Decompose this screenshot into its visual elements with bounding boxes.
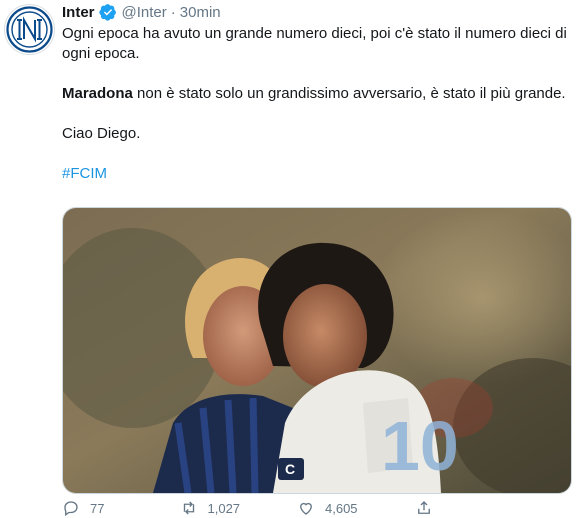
svg-text:C: C xyxy=(285,461,295,477)
tweet-header: Inter @Inter · 30min xyxy=(62,2,221,22)
reply-button[interactable]: 77 xyxy=(62,498,180,518)
author-name[interactable]: Inter xyxy=(62,4,95,21)
heart-icon xyxy=(300,502,312,515)
author-handle[interactable]: @Inter xyxy=(122,4,167,21)
share-button[interactable] xyxy=(415,498,533,518)
verified-badge-icon xyxy=(98,3,117,21)
retweet-icon xyxy=(183,501,194,515)
hashtag-link[interactable]: #FCIM xyxy=(62,164,572,184)
tweet-text: Ogni epoca ha avuto un grande numero die… xyxy=(62,24,572,204)
svg-text:10: 10 xyxy=(381,407,459,485)
retweet-button[interactable]: 1,027 xyxy=(180,498,298,518)
tweet-line-2-rest: non è stato solo un grandissimo avversar… xyxy=(132,85,566,102)
inter-logo-icon xyxy=(6,6,53,53)
reply-icon xyxy=(64,501,78,517)
reply-count: 77 xyxy=(90,500,105,516)
tweet-line-3: Ciao Diego. xyxy=(62,125,141,142)
tweet-line-2: Maradona non è stato solo un grandissimo… xyxy=(62,84,572,104)
like-button[interactable]: 4,605 xyxy=(297,498,415,518)
timestamp[interactable]: 30min xyxy=(180,4,221,21)
separator-dot: · xyxy=(170,3,176,21)
avatar[interactable] xyxy=(4,4,55,55)
tweet[interactable]: Inter @Inter · 30min Ogni epoca ha avuto… xyxy=(0,0,580,517)
tweet-line-1: Ogni epoca ha avuto un grande numero die… xyxy=(62,25,567,62)
tweet-photo[interactable]: 10 C xyxy=(62,207,572,494)
share-icon xyxy=(417,501,430,514)
tweet-bold-name: Maradona xyxy=(62,85,133,102)
retweet-count: 1,027 xyxy=(207,500,241,516)
tweet-actions: 77 1,027 4,605 xyxy=(62,498,532,518)
like-count: 4,605 xyxy=(325,500,358,516)
photo-illustration: 10 C xyxy=(63,208,571,493)
